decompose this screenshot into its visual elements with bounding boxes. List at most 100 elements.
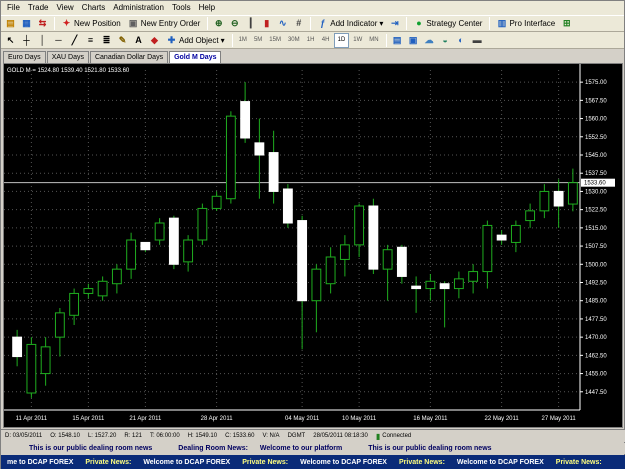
news-label: Private News: — [85, 458, 132, 466]
grid-icon[interactable]: # — [291, 16, 306, 31]
zoom-out-icon[interactable]: ⊖ — [227, 16, 242, 31]
add-object-button[interactable]: ✚ Add Object ▾ — [163, 33, 228, 48]
x-tick-label: 16 May 2011 — [413, 416, 448, 422]
new-position-button[interactable]: ✦ New Position — [58, 16, 124, 31]
y-tick-label: 1455.00 — [585, 372, 607, 378]
timeframe-1m[interactable]: 1M — [236, 33, 250, 48]
pro-interface-button[interactable]: ▥ Pro Interface — [493, 16, 558, 31]
candle-body — [282, 188, 293, 224]
timeframe-30m[interactable]: 30M — [285, 33, 303, 48]
tab-euro-days[interactable]: Euro Days — [3, 50, 46, 63]
cursor-icon[interactable]: ↖ — [3, 33, 18, 48]
candle-body — [482, 224, 493, 273]
y-tick-label: 1560.00 — [585, 117, 607, 123]
y-tick-label: 1575.00 — [585, 80, 607, 86]
open-icon[interactable]: ▤ — [3, 16, 18, 31]
entry-order-icon: ▣ — [128, 18, 138, 28]
vertical-line-icon[interactable]: │ — [35, 33, 50, 48]
timeframe-4h[interactable]: 4H — [319, 33, 333, 48]
candle-body — [368, 205, 379, 270]
candle-body — [254, 142, 265, 156]
trendline-icon[interactable]: ╱ — [67, 33, 82, 48]
timeframe-mn[interactable]: MN — [366, 33, 381, 48]
bar-chart-icon[interactable]: ┃ — [243, 16, 258, 31]
candle-body — [382, 249, 393, 270]
status-volume: V: N/A — [262, 433, 280, 439]
candlestick-chart[interactable]: 1447.50 1455.00 1462.50 1470.00 1477.50 1485.… — [4, 64, 622, 427]
timeframe-1w[interactable]: 1W — [350, 33, 365, 48]
tab-xau-days[interactable]: XAU Days — [46, 50, 89, 63]
zoom-in-icon[interactable]: ⊕ — [211, 16, 226, 31]
add-indicator-button[interactable]: ƒ Add Indicator ▾ — [314, 16, 386, 31]
window-icon[interactable]: ▬ — [470, 33, 485, 48]
new-entry-order-button[interactable]: ▣ New Entry Order — [125, 16, 204, 31]
menu-view[interactable]: View — [53, 1, 78, 15]
candle-body — [539, 190, 550, 212]
properties-icon[interactable]: ◐ — [454, 33, 469, 48]
candle-body — [311, 268, 322, 302]
strategy-center-label: Strategy Center — [426, 19, 483, 28]
news-item: Welcome to DCAP FOREX — [456, 458, 544, 466]
line-chart-icon[interactable]: ∿ — [275, 16, 290, 31]
x-tick-label: 21 Apr 2011 — [129, 416, 162, 422]
fibonacci-icon[interactable]: ≣ — [99, 33, 114, 48]
candle-chart-icon[interactable]: ▮ — [259, 16, 274, 31]
price-chart[interactable]: 1447.50 1455.00 1462.50 1470.00 1477.50 1485.… — [3, 63, 623, 428]
crosshair-icon[interactable]: ┼ — [19, 33, 34, 48]
candle-body — [396, 246, 407, 277]
candle-body — [197, 207, 208, 241]
strategy-center-icon: ● — [416, 18, 422, 28]
layout-grid-icon[interactable]: ⊞ — [559, 16, 574, 31]
new-position-icon: ✦ — [62, 18, 71, 28]
menu-tools[interactable]: Tools — [168, 1, 195, 15]
chart-header: GOLD M = 1524.80 1539.40 1521.80 1533.60 — [7, 68, 130, 74]
status-high: H: 1549.10 — [187, 433, 218, 439]
autoscroll-icon[interactable]: ⇥ — [387, 16, 402, 31]
status-open: O: 1548.10 — [50, 433, 80, 439]
arrows-icon[interactable]: ⇆ — [35, 16, 50, 31]
status-range: R: 121 — [124, 433, 143, 439]
candle-body — [325, 256, 336, 285]
new-entry-order-label: New Entry Order — [140, 19, 201, 28]
candle-body — [268, 152, 279, 192]
connection-icon: ▮ — [375, 431, 381, 441]
y-tick-label: 1462.50 — [585, 353, 607, 359]
candle-body — [411, 285, 422, 290]
horizontal-line-icon[interactable]: ─ — [51, 33, 66, 48]
timeframe-5m[interactable]: 5M — [251, 33, 265, 48]
toolbar-separator — [489, 17, 491, 30]
chart-window-icon[interactable]: ▦ — [19, 16, 34, 31]
template-icon[interactable]: ◒ — [438, 33, 453, 48]
candle-body — [439, 283, 450, 290]
timeframe-1d[interactable]: 1D — [333, 32, 350, 48]
y-tick-label: 1537.50 — [585, 171, 607, 177]
cloud-icon[interactable]: ☁ — [422, 33, 437, 48]
menu-administration[interactable]: Administration — [109, 1, 168, 15]
timeframe-1h[interactable]: 1H — [304, 33, 318, 48]
tab-gold-m-days[interactable]: Gold M Days — [169, 50, 222, 63]
status-bar: D: 03/05/2011 O: 1548.10 L: 1527.20 R: 1… — [1, 429, 625, 442]
print-icon[interactable]: ▤ — [390, 33, 405, 48]
save-icon[interactable]: ▣ — [406, 33, 421, 48]
menu-file[interactable]: File — [3, 1, 24, 15]
candle-body — [453, 278, 464, 290]
text-icon[interactable]: A — [131, 33, 146, 48]
indicator-icon: ƒ — [320, 18, 326, 28]
toolbar-separator — [406, 17, 408, 30]
add-object-label: Add Object — [179, 35, 219, 45]
candle-body — [154, 222, 165, 241]
news-label: Dealing Room News: — [178, 445, 248, 452]
private-news-ticker: me to DCAP FOREX Private News: Welcome t… — [1, 455, 625, 469]
strategy-center-button[interactable]: ● Strategy Center — [410, 16, 485, 31]
channel-icon[interactable]: ≡ — [83, 33, 98, 48]
menu-charts[interactable]: Charts — [78, 1, 110, 15]
menu-help[interactable]: Help — [195, 1, 219, 15]
timeframe-15m[interactable]: 15M — [266, 33, 284, 48]
x-tick-label: 15 Apr 2011 — [72, 416, 105, 422]
label-icon[interactable]: ◆ — [147, 33, 162, 48]
toolbar-separator — [385, 33, 387, 47]
pencil-icon[interactable]: ✎ — [115, 33, 130, 48]
candle-body — [525, 210, 536, 222]
menu-trade[interactable]: Trade — [24, 1, 53, 15]
tab-canadian-dollar-days[interactable]: Canadian Dollar Days — [89, 50, 169, 63]
